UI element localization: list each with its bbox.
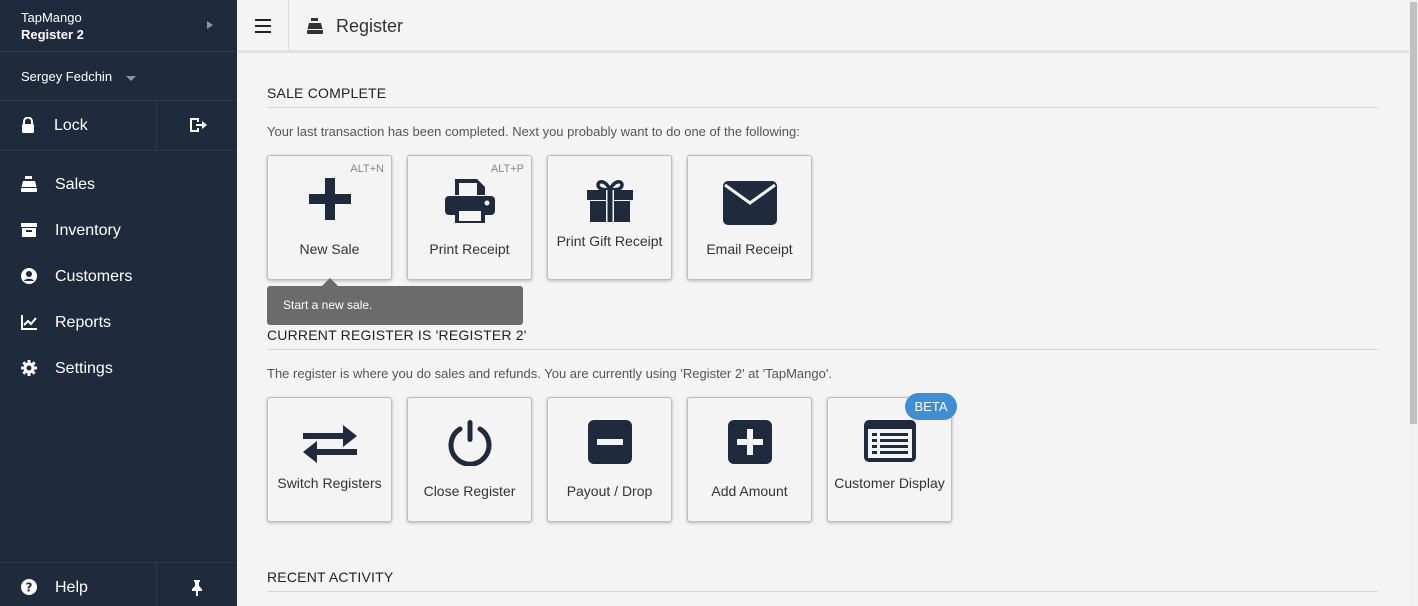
switch-registers-button[interactable]: Switch Registers xyxy=(267,397,392,522)
close-register-button[interactable]: Close Register xyxy=(407,397,532,522)
shortcut-hint: ALT+N xyxy=(350,163,384,175)
section-divider xyxy=(267,107,1378,108)
svg-text:?: ? xyxy=(26,581,33,595)
tile-label: Add Amount xyxy=(711,483,788,499)
tile-label: Print Gift Receipt xyxy=(556,233,663,249)
logout-button[interactable] xyxy=(158,101,237,151)
caret-down-icon xyxy=(126,76,136,81)
user-name: Sergey Fedchin xyxy=(21,69,113,84)
sidebar-item-label: Reports xyxy=(55,314,112,331)
section-divider xyxy=(267,349,1378,350)
gift-icon xyxy=(548,178,671,222)
sidebar-item-label: Settings xyxy=(55,360,113,377)
pin-button[interactable] xyxy=(158,563,237,606)
section-title-recent-activity: RECENT ACTIVITY xyxy=(267,569,394,585)
sidebar-item-reports[interactable]: Reports xyxy=(0,300,237,344)
section-title-current-register: CURRENT REGISTER IS 'REGISTER 2' xyxy=(267,327,527,343)
lock-icon xyxy=(22,117,34,133)
lock-button[interactable]: Lock xyxy=(0,101,157,151)
tooltip: Start a new sale. xyxy=(267,286,523,325)
gear-icon xyxy=(21,360,37,376)
section-divider xyxy=(267,591,1378,592)
inventory-icon xyxy=(21,223,37,237)
pin-icon xyxy=(192,580,202,596)
section-description: The register is where you do sales and r… xyxy=(267,366,832,381)
section-description: Your last transaction has been completed… xyxy=(267,124,800,139)
question-circle-icon: ? xyxy=(21,579,37,595)
hamburger-line xyxy=(255,31,271,33)
payout-drop-button[interactable]: Payout / Drop xyxy=(547,397,672,522)
add-amount-button[interactable]: Add Amount xyxy=(687,397,812,522)
list-display-icon xyxy=(828,420,951,462)
sidebar-footer: ? Help xyxy=(0,562,237,606)
print-gift-receipt-button[interactable]: Print Gift Receipt xyxy=(547,155,672,280)
new-sale-button[interactable]: ALT+N New Sale xyxy=(267,155,392,280)
lock-label: Lock xyxy=(54,117,88,134)
user-menu[interactable]: Sergey Fedchin xyxy=(0,53,237,101)
tile-label: Customer Display xyxy=(834,475,945,491)
print-receipt-button[interactable]: ALT+P Print Receipt xyxy=(407,155,532,280)
sidebar-item-sales[interactable]: Sales xyxy=(0,162,237,206)
sidebar-item-label: Customers xyxy=(55,268,133,285)
envelope-icon xyxy=(688,181,811,225)
register-icon xyxy=(307,18,323,34)
menu-toggle-button[interactable] xyxy=(237,0,289,50)
section-title-sale-complete: SALE COMPLETE xyxy=(267,85,387,101)
caret-right-icon xyxy=(207,21,213,29)
tile-label: Payout / Drop xyxy=(566,483,653,499)
lock-row: Lock xyxy=(0,101,237,151)
hamburger-line xyxy=(255,25,271,27)
power-icon xyxy=(408,420,531,466)
email-receipt-button[interactable]: Email Receipt xyxy=(687,155,812,280)
hamburger-line xyxy=(255,19,271,21)
sidebar-item-inventory[interactable]: Inventory xyxy=(0,208,237,252)
minus-square-icon xyxy=(548,420,671,464)
tile-label: New Sale xyxy=(299,241,360,257)
sidebar-item-label: Inventory xyxy=(55,222,121,239)
shortcut-hint: ALT+P xyxy=(490,163,524,175)
register-icon xyxy=(21,176,37,192)
tile-label: Print Receipt xyxy=(429,241,510,257)
exchange-icon xyxy=(268,425,391,463)
page-title: Register xyxy=(336,16,404,36)
store-selector[interactable]: TapMango Register 2 xyxy=(0,0,237,52)
plus-square-icon xyxy=(688,420,811,464)
scrollbar-thumb[interactable] xyxy=(1410,2,1417,424)
sidebar-item-settings[interactable]: Settings xyxy=(0,346,237,390)
logout-icon xyxy=(190,118,207,132)
help-label: Help xyxy=(55,579,88,596)
register-name: Register 2 xyxy=(21,27,84,42)
tile-label: Switch Registers xyxy=(277,475,382,491)
plus-icon xyxy=(268,178,391,220)
top-bar: Register xyxy=(237,0,1409,53)
scrollbar[interactable] xyxy=(1409,0,1418,606)
tooltip-text: Start a new sale. xyxy=(283,298,373,312)
user-circle-icon xyxy=(21,268,37,284)
tile-label: Close Register xyxy=(423,483,516,499)
help-button[interactable]: ? Help xyxy=(0,563,157,606)
sidebar: TapMango Register 2 Sergey Fedchin Lock xyxy=(0,0,237,606)
sidebar-item-label: Sales xyxy=(55,176,96,193)
chart-line-icon xyxy=(21,315,37,330)
sidebar-item-customers[interactable]: Customers xyxy=(0,254,237,298)
tile-label: Email Receipt xyxy=(706,241,793,257)
beta-badge: BETA xyxy=(905,393,957,420)
tooltip-arrow xyxy=(322,278,338,286)
printer-icon xyxy=(408,179,531,223)
store-name: TapMango xyxy=(21,10,82,25)
